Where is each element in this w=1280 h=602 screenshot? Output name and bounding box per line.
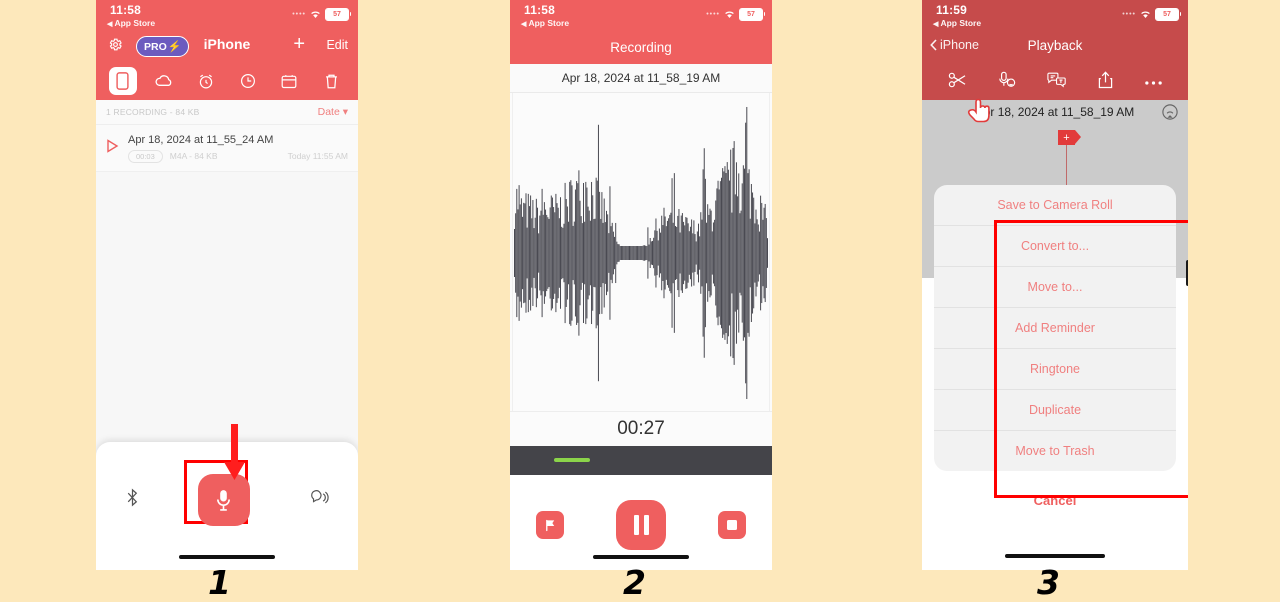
action-move-to-trash[interactable]: Move to Trash bbox=[934, 431, 1176, 471]
signal-icon: •••• bbox=[1122, 11, 1136, 18]
flag-button[interactable] bbox=[536, 511, 564, 539]
status-back-link[interactable]: ◀ App Store bbox=[933, 18, 981, 28]
tab-bar bbox=[96, 62, 358, 100]
status-indicators: •••• 57 bbox=[706, 8, 765, 21]
action-add-reminder[interactable]: Add Reminder bbox=[934, 308, 1176, 349]
play-icon[interactable] bbox=[106, 138, 122, 158]
status-time: 11:58 bbox=[110, 3, 142, 17]
status-indicators: •••• 57 bbox=[1122, 8, 1181, 21]
recording-count: 1 RECORDING - 84 KB bbox=[106, 107, 200, 117]
wifi-icon bbox=[1140, 10, 1151, 19]
edit-button[interactable]: Edit bbox=[326, 38, 348, 52]
page-title: Playback bbox=[1027, 38, 1083, 53]
action-sheet-items: Save to Camera Roll Convert to... Move t… bbox=[934, 185, 1176, 471]
status-bar-3: 11:59 ◀ App Store •••• 57 bbox=[922, 0, 1188, 30]
tab-cloud[interactable] bbox=[150, 67, 178, 95]
device-side-button bbox=[1186, 260, 1188, 286]
flag-marker-label: + bbox=[1058, 130, 1081, 145]
action-move-to[interactable]: Move to... bbox=[934, 267, 1176, 308]
action-save-camera-roll[interactable]: Save to Camera Roll bbox=[934, 185, 1176, 226]
voice-icon[interactable] bbox=[309, 489, 329, 511]
flag-marker[interactable]: + bbox=[1058, 130, 1081, 221]
tab-trash[interactable] bbox=[317, 67, 345, 95]
signal-icon: •••• bbox=[706, 11, 720, 18]
waveform-display bbox=[510, 93, 772, 412]
transcript-icon[interactable] bbox=[1046, 72, 1067, 93]
duration-badge: 00:03 bbox=[128, 149, 163, 163]
share-icon[interactable] bbox=[1098, 70, 1113, 94]
screenshot-stage: 11:58 ◀ App Store •••• 57 PRO ⚡ iPhone +… bbox=[0, 0, 1280, 602]
status-time: 11:58 bbox=[524, 3, 556, 17]
nav-bar-1: PRO ⚡ iPhone + Edit bbox=[96, 30, 358, 62]
battery-icon: 57 bbox=[1155, 8, 1181, 21]
wifi-icon bbox=[310, 10, 321, 19]
action-sheet: Save to Camera Roll Convert to... Move t… bbox=[934, 185, 1176, 520]
battery-icon: 57 bbox=[739, 8, 765, 21]
tab-alarm[interactable] bbox=[192, 67, 220, 95]
airplay-icon[interactable] bbox=[1162, 104, 1178, 123]
phone-panel-2: 11:58 ◀ App Store •••• 57 Recording Apr … bbox=[510, 0, 772, 570]
trim-icon[interactable] bbox=[948, 72, 967, 93]
signal-icon: •••• bbox=[292, 11, 306, 18]
bluetooth-icon[interactable] bbox=[126, 488, 139, 512]
elapsed-timer: 00:27 bbox=[510, 412, 772, 446]
list-item[interactable]: Apr 18, 2024 at 11_55_24 AM 00:03 M4A - … bbox=[96, 125, 358, 172]
home-indicator bbox=[593, 554, 689, 559]
status-back-link[interactable]: ◀ App Store bbox=[107, 18, 155, 28]
level-meter-bar bbox=[554, 458, 590, 462]
pause-button[interactable] bbox=[616, 500, 666, 550]
list-header: 1 RECORDING - 84 KB Date ▾ bbox=[96, 100, 358, 125]
status-indicators: •••• 57 bbox=[292, 8, 351, 21]
tab-phone[interactable] bbox=[108, 67, 137, 95]
more-icon[interactable] bbox=[1144, 73, 1163, 91]
page-title: Recording bbox=[610, 39, 672, 55]
chevron-down-icon: ▾ bbox=[342, 106, 348, 118]
status-bar-2: 11:58 ◀ App Store •••• 57 bbox=[510, 0, 772, 30]
recording-name-header: Apr 18, 2024 at 11_58_19 AM bbox=[510, 64, 772, 93]
home-indicator bbox=[179, 554, 275, 559]
sort-button[interactable]: Date ▾ bbox=[318, 106, 348, 118]
recording-format: M4A - 84 KB bbox=[169, 151, 218, 161]
nav-bar-3: iPhone Playback bbox=[922, 30, 1188, 64]
step-number-3: 3 bbox=[1037, 563, 1060, 602]
pointer-arrow-1 bbox=[219, 424, 249, 489]
page-title: iPhone bbox=[203, 36, 251, 52]
step-number-2: 2 bbox=[623, 563, 646, 602]
recording-title: Apr 18, 2024 at 11_55_24 AM bbox=[128, 133, 274, 146]
recording-info: Apr 18, 2024 at 11_55_24 AM 00:03 M4A - … bbox=[128, 134, 348, 163]
cancel-button[interactable]: Cancel bbox=[934, 480, 1176, 520]
battery-icon: 57 bbox=[325, 8, 351, 21]
step-number-1: 1 bbox=[208, 563, 231, 602]
recording-time: Today 11:55 AM bbox=[287, 151, 348, 161]
tab-calendar[interactable] bbox=[275, 67, 303, 95]
playback-name-text: Apr 18, 2024 at 11_58_19 AM bbox=[975, 105, 1135, 119]
action-convert-to[interactable]: Convert to... bbox=[934, 226, 1176, 267]
recording-meta: 00:03 M4A - 84 KB Today 11:55 AM bbox=[128, 149, 348, 163]
wifi-icon bbox=[724, 10, 735, 19]
phone-panel-3: 11:59 ◀ App Store •••• 57 iPhone Playbac… bbox=[922, 0, 1188, 570]
action-ringtone[interactable]: Ringtone bbox=[934, 349, 1176, 390]
tab-clock[interactable] bbox=[234, 67, 262, 95]
status-back-link[interactable]: ◀ App Store bbox=[521, 18, 569, 28]
voice-effect-icon[interactable] bbox=[998, 71, 1016, 93]
action-duplicate[interactable]: Duplicate bbox=[934, 390, 1176, 431]
hand-cursor-icon bbox=[962, 95, 996, 134]
stop-button[interactable] bbox=[718, 511, 746, 539]
home-indicator bbox=[1005, 553, 1105, 558]
status-time: 11:59 bbox=[936, 3, 968, 17]
waveform-svg bbox=[514, 106, 768, 400]
status-bar-1: 11:58 ◀ App Store •••• 57 bbox=[96, 0, 358, 30]
add-button[interactable]: + bbox=[293, 34, 305, 54]
nav-bar-2: Recording bbox=[510, 30, 772, 64]
level-meter bbox=[510, 446, 772, 475]
